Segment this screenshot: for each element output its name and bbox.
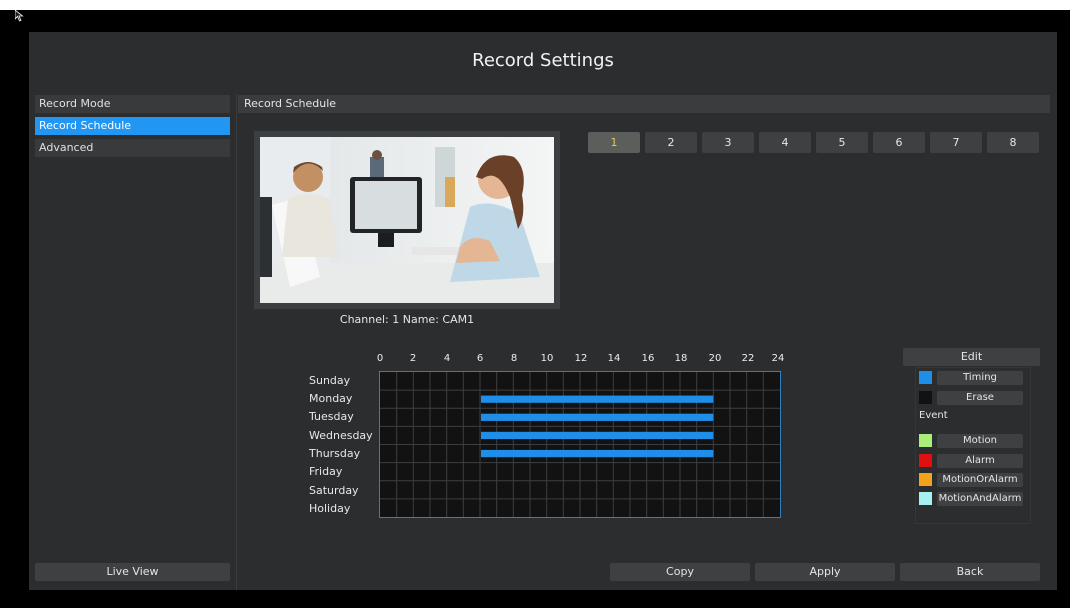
hour-label: 12: [574, 353, 588, 364]
day-label: Saturday: [309, 484, 359, 497]
channel-button-8[interactable]: 8: [987, 132, 1039, 153]
erase-swatch[interactable]: [919, 391, 932, 404]
sidebar-item-record-mode[interactable]: Record Mode: [35, 95, 230, 113]
channel-button-2[interactable]: 2: [645, 132, 697, 153]
camera-snapshot-image: [260, 137, 554, 303]
alarm-button[interactable]: Alarm: [937, 454, 1023, 468]
hour-label: 18: [674, 353, 688, 364]
back-button[interactable]: Back: [900, 563, 1040, 581]
channel-button-1[interactable]: 1: [588, 132, 640, 153]
motion-swatch[interactable]: [919, 434, 932, 447]
hour-label: 16: [641, 353, 655, 364]
schedule-segment-wednesday[interactable]: [481, 431, 714, 440]
top-strip: [0, 0, 1070, 10]
channel-info-label: Channel: 1 Name: CAM1: [339, 313, 475, 326]
schedule-segment-thursday[interactable]: [481, 449, 714, 458]
schedule-grid-canvas[interactable]: [380, 372, 780, 517]
day-label: Thursday: [309, 447, 361, 460]
motion-button[interactable]: Motion: [937, 434, 1023, 448]
hour-label: 2: [409, 353, 417, 364]
timing-swatch[interactable]: [919, 371, 932, 384]
day-label: Wednesday: [309, 429, 373, 442]
hour-label: 20: [708, 353, 722, 364]
camera-preview: [254, 131, 560, 309]
channel-button-5[interactable]: 5: [816, 132, 868, 153]
motion-or-alarm-button[interactable]: MotionOrAlarm: [937, 473, 1023, 487]
hour-label: 24: [771, 353, 785, 364]
day-label: Friday: [309, 465, 343, 478]
hour-label: 10: [540, 353, 554, 364]
hour-label: 22: [741, 353, 755, 364]
sidebar-item-advanced[interactable]: Advanced: [35, 139, 230, 157]
hour-label: 4: [443, 353, 451, 364]
day-label: Tuesday: [309, 410, 354, 423]
apply-button[interactable]: Apply: [755, 563, 895, 581]
channel-button-6[interactable]: 6: [873, 132, 925, 153]
channel-button-7[interactable]: 7: [930, 132, 982, 153]
motion-and-alarm-swatch[interactable]: [919, 492, 932, 505]
schedule-segment-monday[interactable]: [481, 395, 714, 403]
alarm-swatch[interactable]: [919, 454, 932, 467]
schedule-segment-tuesday[interactable]: [481, 413, 714, 421]
motion-and-alarm-button[interactable]: MotionAndAlarm: [937, 492, 1023, 506]
day-label: Monday: [309, 392, 353, 405]
schedule-grid[interactable]: [379, 371, 781, 518]
channel-button-3[interactable]: 3: [702, 132, 754, 153]
section-title: Record Schedule: [238, 95, 1050, 113]
page-title: Record Settings: [472, 50, 614, 71]
event-label: Event: [919, 410, 948, 421]
live-view-button[interactable]: Live View: [35, 563, 230, 581]
hour-label: 14: [607, 353, 621, 364]
day-label: Sunday: [309, 374, 351, 387]
sidebar-item-record-schedule[interactable]: Record Schedule: [35, 117, 230, 135]
mouse-pointer-icon: [15, 10, 24, 22]
copy-button[interactable]: Copy: [610, 563, 750, 581]
hour-label: 6: [476, 353, 484, 364]
timing-button[interactable]: Timing: [937, 371, 1023, 385]
channel-button-4[interactable]: 4: [759, 132, 811, 153]
day-label: Holiday: [309, 502, 351, 515]
edit-button[interactable]: Edit: [903, 348, 1040, 366]
hour-label: 8: [510, 353, 518, 364]
motion-or-alarm-swatch[interactable]: [919, 473, 932, 486]
erase-button[interactable]: Erase: [937, 391, 1023, 405]
hour-label: 0: [376, 353, 384, 364]
sidebar: Record Mode Record Schedule Advanced: [29, 93, 237, 590]
